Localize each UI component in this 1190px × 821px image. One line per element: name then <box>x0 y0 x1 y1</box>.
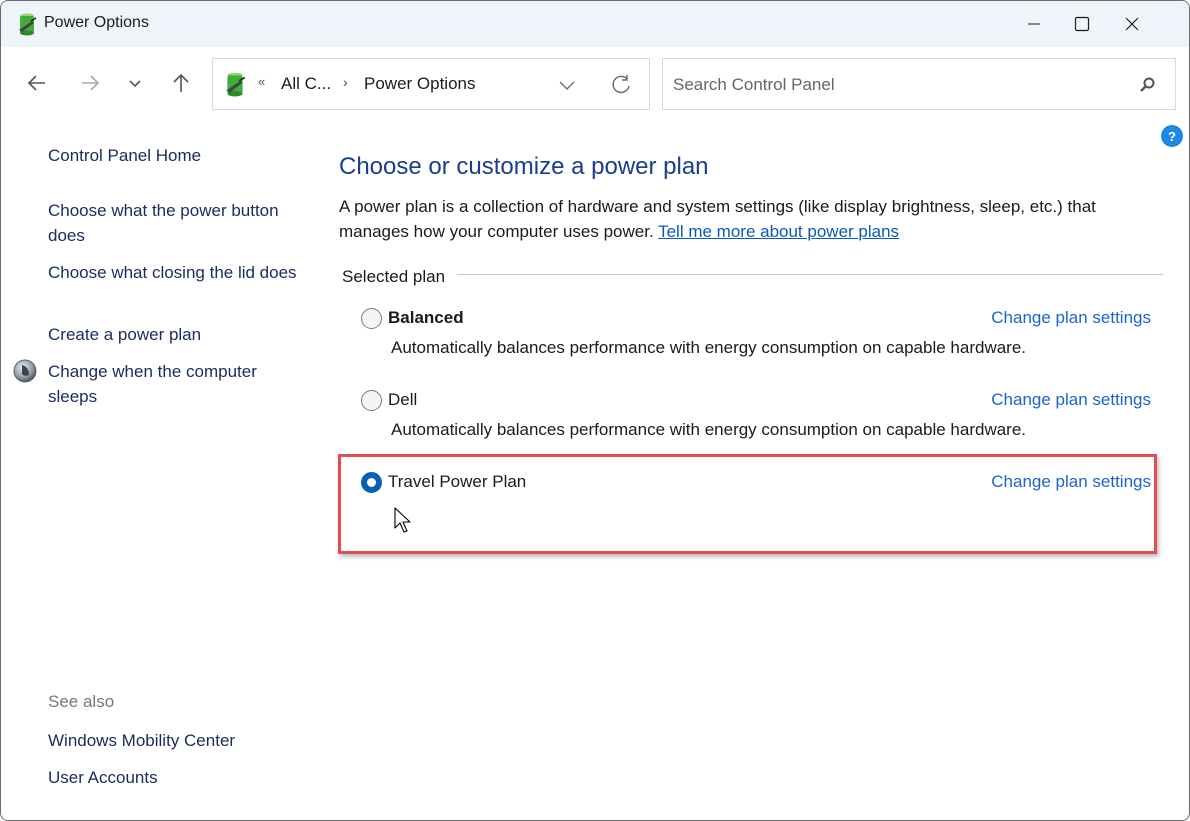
search-button[interactable] <box>1135 73 1159 97</box>
refresh-button[interactable] <box>607 71 635 99</box>
sidebar-link-create-power-plan[interactable]: Create a power plan <box>48 322 308 347</box>
change-plan-settings-link[interactable]: Change plan settings <box>991 306 1151 330</box>
sidebar-link-control-panel-home[interactable]: Control Panel Home <box>48 143 308 168</box>
breadcrumb-power-options[interactable]: Power Options <box>364 74 476 94</box>
search-box[interactable] <box>662 58 1176 110</box>
breadcrumb-separator[interactable]: › <box>343 74 348 90</box>
group-divider <box>457 274 1163 275</box>
minimize-icon <box>1028 23 1040 25</box>
search-input[interactable] <box>673 72 1113 98</box>
sidebar: Control Panel Home Choose what the power… <box>1 121 321 820</box>
window-title: Power Options <box>44 14 149 31</box>
page-title: Choose or customize a power plan <box>339 153 709 180</box>
plan-balanced-radio[interactable] <box>361 308 382 329</box>
back-button[interactable] <box>21 67 53 99</box>
sidebar-link-user-accounts[interactable]: User Accounts <box>48 765 308 790</box>
up-button[interactable] <box>165 67 197 99</box>
selected-plan-group-label: Selected plan <box>342 267 446 286</box>
maximize-icon <box>1074 16 1090 32</box>
search-icon <box>1140 77 1155 92</box>
power-options-icon <box>19 13 37 36</box>
plan-dell-radio[interactable] <box>361 390 382 411</box>
plan-description: Automatically balances performance with … <box>391 420 1027 439</box>
sidebar-link-power-button[interactable]: Choose what the power button does <box>48 198 308 248</box>
recent-locations-button[interactable] <box>119 67 151 99</box>
plan-name[interactable]: Travel Power Plan <box>388 470 526 494</box>
navigation-bar: « All C... › Power Options <box>1 47 1189 121</box>
change-plan-settings-link[interactable]: Change plan settings <box>991 470 1151 494</box>
arrow-up-icon <box>173 73 189 92</box>
see-also-heading: See also <box>48 692 115 711</box>
sleep-moon-icon <box>13 359 37 383</box>
change-plan-settings-link[interactable]: Change plan settings <box>991 388 1151 412</box>
power-options-window: Power Options « All C... › Power Options… <box>0 0 1190 821</box>
maximize-button[interactable] <box>1059 1 1105 47</box>
main-content: Choose or customize a power plan A power… <box>321 121 1189 820</box>
plan-description: Automatically balances performance with … <box>391 338 1027 357</box>
address-bar[interactable]: « All C... › Power Options <box>212 58 650 110</box>
close-button[interactable] <box>1109 1 1155 47</box>
learn-more-link[interactable]: Tell me more about power plans <box>658 222 899 241</box>
plan-name[interactable]: Balanced <box>388 306 464 330</box>
refresh-icon <box>612 75 630 94</box>
sidebar-link-computer-sleeps[interactable]: Change when the computer sleeps <box>48 359 308 409</box>
sidebar-link-windows-mobility-center[interactable]: Windows Mobility Center <box>48 728 308 753</box>
mouse-pointer-icon <box>394 507 411 533</box>
address-overflow-chevron[interactable]: « <box>258 74 265 89</box>
power-options-icon <box>226 72 246 97</box>
close-icon <box>1125 17 1139 31</box>
plan-name[interactable]: Dell <box>388 388 417 412</box>
chevron-down-icon <box>129 80 141 88</box>
minimize-button[interactable] <box>1011 1 1057 47</box>
sidebar-link-closing-lid[interactable]: Choose what closing the lid does <box>48 260 308 285</box>
arrow-left-icon <box>27 75 45 91</box>
address-dropdown-button[interactable] <box>553 71 581 99</box>
highlight-box <box>338 454 1157 554</box>
page-description: A power plan is a collection of hardware… <box>339 194 1159 244</box>
plan-travel-radio[interactable] <box>361 472 382 493</box>
arrow-right-icon <box>82 75 100 91</box>
title-bar: Power Options <box>1 1 1189 47</box>
forward-button[interactable] <box>74 67 106 99</box>
breadcrumb-all-control-panel[interactable]: All C... <box>281 74 331 94</box>
chevron-down-icon <box>559 81 575 90</box>
